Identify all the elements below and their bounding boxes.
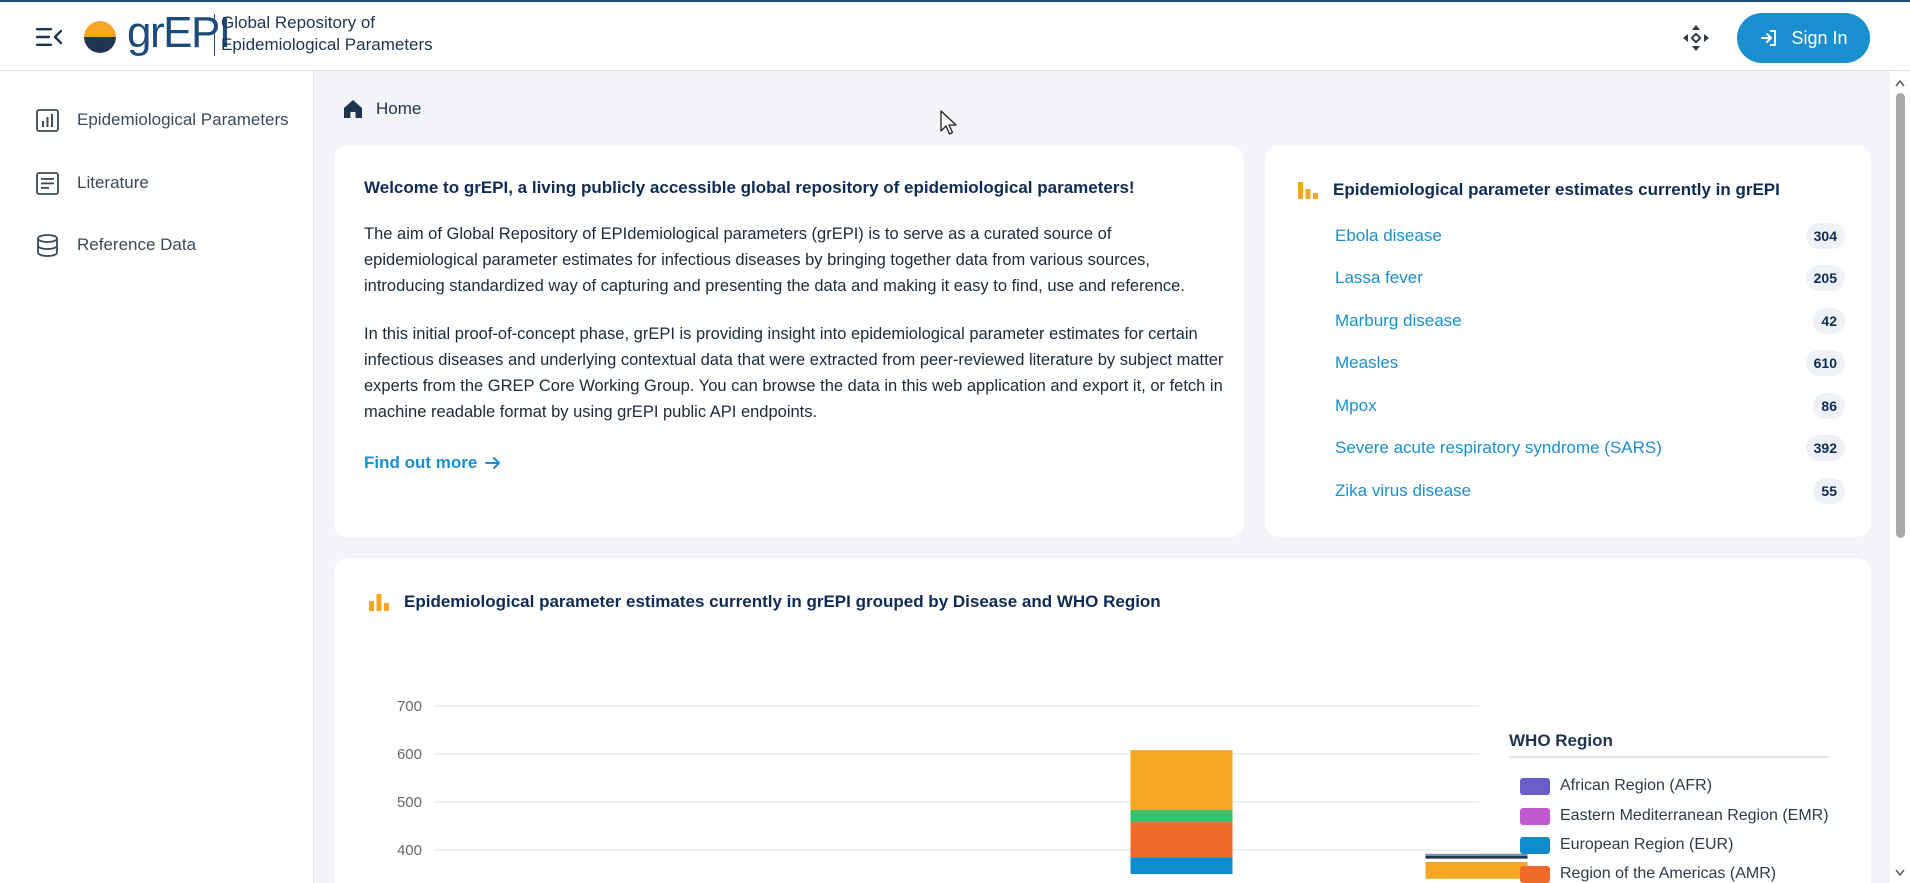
stats-heading: Epidemiological parameter estimates curr… [1297, 179, 1780, 201]
count-badge: 610 [1805, 350, 1845, 376]
breadcrumb: Home [342, 96, 421, 122]
sidebar-item-label: Reference Data [77, 235, 197, 254]
disease-link[interactable]: Zika virus disease [1335, 481, 1471, 501]
y-tick-label: 600 [397, 746, 422, 763]
list-item: Mpox 86 [1335, 391, 1845, 421]
legend-divider [1509, 756, 1829, 758]
welcome-paragraph-2: In this initial proof-of-concept phase, … [364, 325, 1224, 421]
bar-chart-icon [36, 109, 59, 132]
bar-segment[interactable] [1130, 809, 1233, 823]
scrollbar-thumb[interactable] [1896, 93, 1905, 538]
welcome-paragraph-1: The aim of Global Repository of EPIdemio… [364, 225, 1185, 295]
database-icon [37, 234, 58, 257]
bar-segment[interactable] [1425, 853, 1528, 856]
logo-divider [214, 14, 215, 56]
disease-link[interactable]: Ebola disease [1335, 226, 1442, 246]
scroll-up-icon[interactable] [1895, 79, 1905, 87]
list-item: Lassa fever 205 [1335, 263, 1845, 293]
bar-segment[interactable] [1425, 862, 1528, 879]
legend-swatch [1520, 836, 1550, 854]
legend-item-eur[interactable]: European Region (EUR) [1520, 834, 1733, 856]
find-out-more-label: Find out more [364, 453, 478, 472]
legend-swatch [1520, 777, 1550, 795]
legend-label: African Region (AFR) [1560, 777, 1713, 794]
count-badge: 304 [1805, 223, 1845, 249]
legend-label: European Region (EUR) [1560, 836, 1734, 853]
count-badge: 55 [1813, 478, 1845, 504]
legend-label: Region of the Americas (AMR) [1560, 865, 1777, 882]
bar-chart-icon [1298, 182, 1318, 199]
sidebar-item-reference-data[interactable]: Reference Data [0, 223, 313, 267]
bar-segment[interactable] [1130, 750, 1233, 810]
legend-item-afr[interactable]: African Region (AFR) [1520, 775, 1712, 797]
bar-segment[interactable] [1425, 858, 1528, 862]
bar-segment[interactable] [1130, 857, 1233, 874]
top-bar: grEPI Global Repository of Epidemiologic… [0, 0, 1910, 71]
legend-title: WHO Region [1509, 731, 1613, 750]
list-item: Zika virus disease 55 [1335, 476, 1845, 506]
count-badge: 392 [1805, 435, 1845, 461]
menu-collapse-icon[interactable] [36, 27, 62, 47]
page-scrollbar[interactable] [1890, 71, 1910, 883]
logo-subtitle-line2: Epidemiological Parameters [221, 35, 433, 54]
disease-link[interactable]: Measles [1335, 353, 1398, 373]
sidebar-item-epidemiological-parameters[interactable]: Epidemiological Parameters [0, 98, 313, 142]
home-icon[interactable] [342, 98, 364, 120]
disease-link[interactable]: Lassa fever [1335, 268, 1423, 288]
legend-item-emr[interactable]: Eastern Mediterranean Region (EMR) [1520, 805, 1829, 827]
document-icon [36, 172, 59, 195]
welcome-title: Welcome to grEPI, a living publicly acce… [364, 178, 1135, 197]
welcome-card: Welcome to grEPI, a living publicly acce… [334, 145, 1244, 537]
disease-link[interactable]: Mpox [1335, 396, 1377, 416]
list-item: Severe acute respiratory syndrome (SARS)… [1335, 433, 1845, 463]
y-tick-label: 400 [397, 842, 422, 859]
logo-icon [84, 21, 116, 53]
list-item: Ebola disease 304 [1335, 221, 1845, 251]
y-tick-label: 500 [397, 794, 422, 811]
legend-label: Eastern Mediterranean Region (EMR) [1560, 807, 1829, 824]
sign-in-button[interactable]: Sign In [1737, 13, 1870, 63]
count-badge: 42 [1813, 308, 1845, 334]
sidebar-item-label: Epidemiological Parameters [77, 110, 289, 129]
count-badge: 205 [1805, 265, 1845, 291]
stats-title: Epidemiological parameter estimates curr… [1333, 180, 1780, 199]
chart-card: Epidemiological parameter estimates curr… [334, 558, 1871, 883]
y-tick-label: 700 [397, 698, 422, 715]
breadcrumb-home[interactable]: Home [376, 99, 421, 119]
disease-stats-card: Epidemiological parameter estimates curr… [1265, 145, 1871, 537]
legend-swatch [1520, 865, 1550, 883]
logo-subtitle-line1: Global Repository of [221, 13, 376, 32]
arrow-right-icon [485, 457, 501, 469]
list-item: Measles 610 [1335, 348, 1845, 378]
scroll-down-icon[interactable] [1895, 869, 1905, 877]
disease-link[interactable]: Severe acute respiratory syndrome (SARS) [1335, 438, 1662, 458]
legend-swatch [1520, 807, 1550, 825]
sidebar: Epidemiological Parameters Literature Re… [0, 71, 314, 883]
sidebar-item-label: Literature [77, 173, 149, 192]
find-out-more-link[interactable]: Find out more [364, 453, 501, 473]
logo-subtitle: Global Repository of Epidemiological Par… [221, 12, 433, 56]
bar-segment[interactable] [1425, 855, 1528, 859]
sign-in-label: Sign In [1791, 27, 1848, 48]
list-item: Marburg disease 42 [1335, 306, 1845, 336]
mouse-cursor-icon [940, 110, 957, 135]
sign-in-icon [1761, 30, 1777, 46]
disease-link[interactable]: Marburg disease [1335, 311, 1462, 331]
count-badge: 86 [1813, 393, 1845, 419]
bar-segment[interactable] [1130, 822, 1233, 858]
move-icon[interactable] [1682, 24, 1710, 52]
sidebar-item-literature[interactable]: Literature [0, 161, 313, 205]
legend-item-amr[interactable]: Region of the Americas (AMR) [1520, 863, 1776, 883]
